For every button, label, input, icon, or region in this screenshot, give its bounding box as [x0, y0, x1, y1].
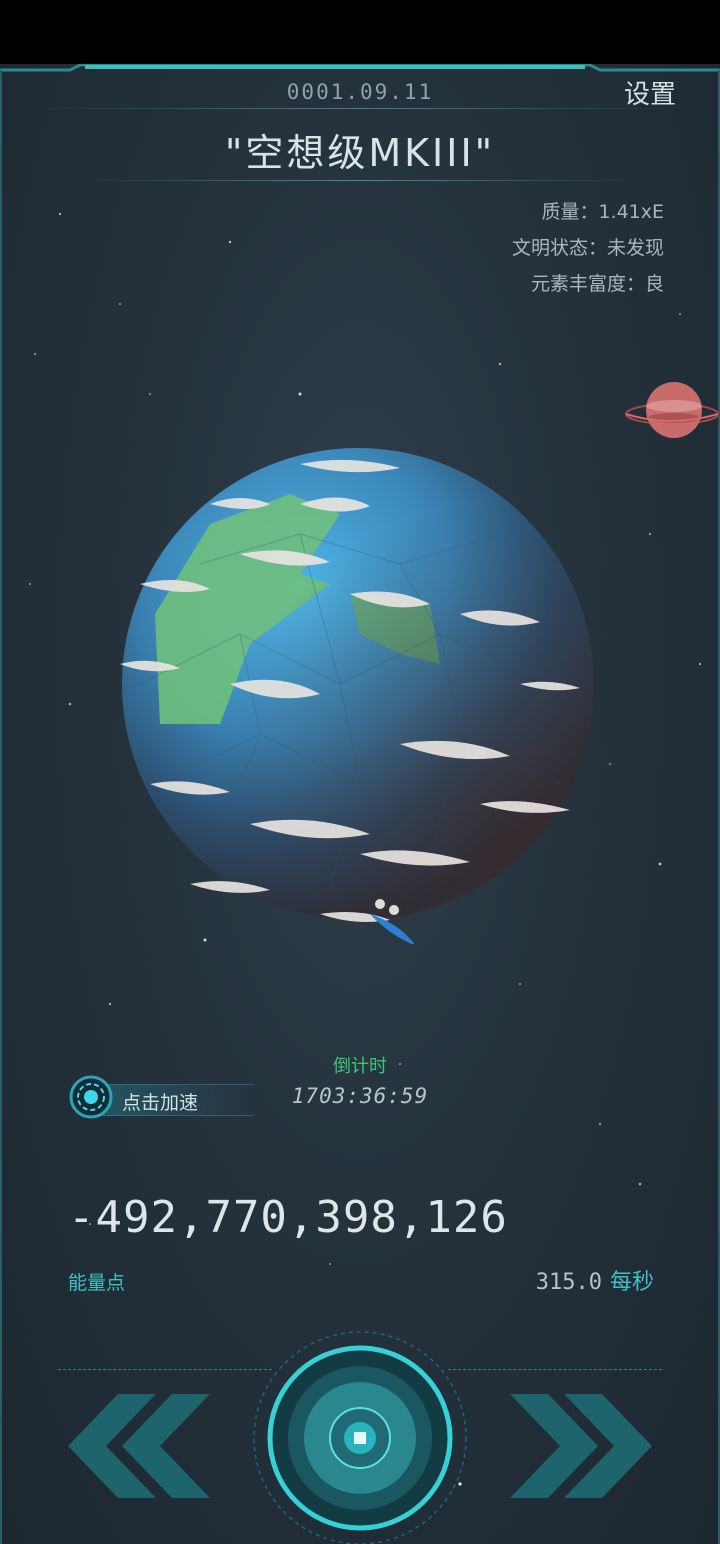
- countdown-timer: 1703:36:59: [291, 1084, 429, 1108]
- divider: [58, 1369, 272, 1370]
- countdown-label: 倒计时: [333, 1056, 387, 1077]
- right-frame: [712, 70, 720, 1544]
- elements-stat: 元素丰富度：良: [530, 273, 664, 295]
- divider: [30, 108, 690, 109]
- boost-ring-icon: [69, 1075, 113, 1119]
- divider: [448, 1369, 662, 1370]
- planet-stats: 质量：1.41xE 文明状态：未发现 元素丰富度：良: [512, 194, 664, 302]
- energy-rate: 315.0 每秒: [536, 1264, 654, 1296]
- game-screen: 0001.09.11 设置 "空想级MKIII" 质量：1.41xE 文明状态：…: [0, 64, 720, 1544]
- settings-button[interactable]: 设置: [624, 74, 676, 111]
- rate-unit: 每秒: [609, 1270, 654, 1295]
- double-chevron-left-icon[interactable]: [66, 1394, 212, 1498]
- planet-name: "空想级MKIII": [224, 131, 496, 175]
- divider: [80, 180, 640, 181]
- main-planet[interactable]: [100, 384, 620, 944]
- energy-points: -492,770,398,126: [68, 1192, 508, 1243]
- ringed-planet[interactable]: [618, 376, 718, 446]
- mass-stat: 质量：1.41xE: [541, 201, 664, 223]
- energy-label: 能量点: [68, 1272, 126, 1294]
- left-frame: [0, 70, 8, 1544]
- game-date: 0001.09.11: [286, 80, 434, 104]
- civilization-stat: 文明状态：未发现: [511, 237, 664, 259]
- status-bar: [0, 0, 720, 64]
- rate-value: 315.0: [535, 1270, 602, 1295]
- boost-button[interactable]: 点击加速: [68, 1074, 254, 1120]
- double-chevron-right-icon[interactable]: [508, 1394, 654, 1498]
- center-target-icon[interactable]: [248, 1326, 472, 1544]
- boost-label: 点击加速: [122, 1092, 199, 1114]
